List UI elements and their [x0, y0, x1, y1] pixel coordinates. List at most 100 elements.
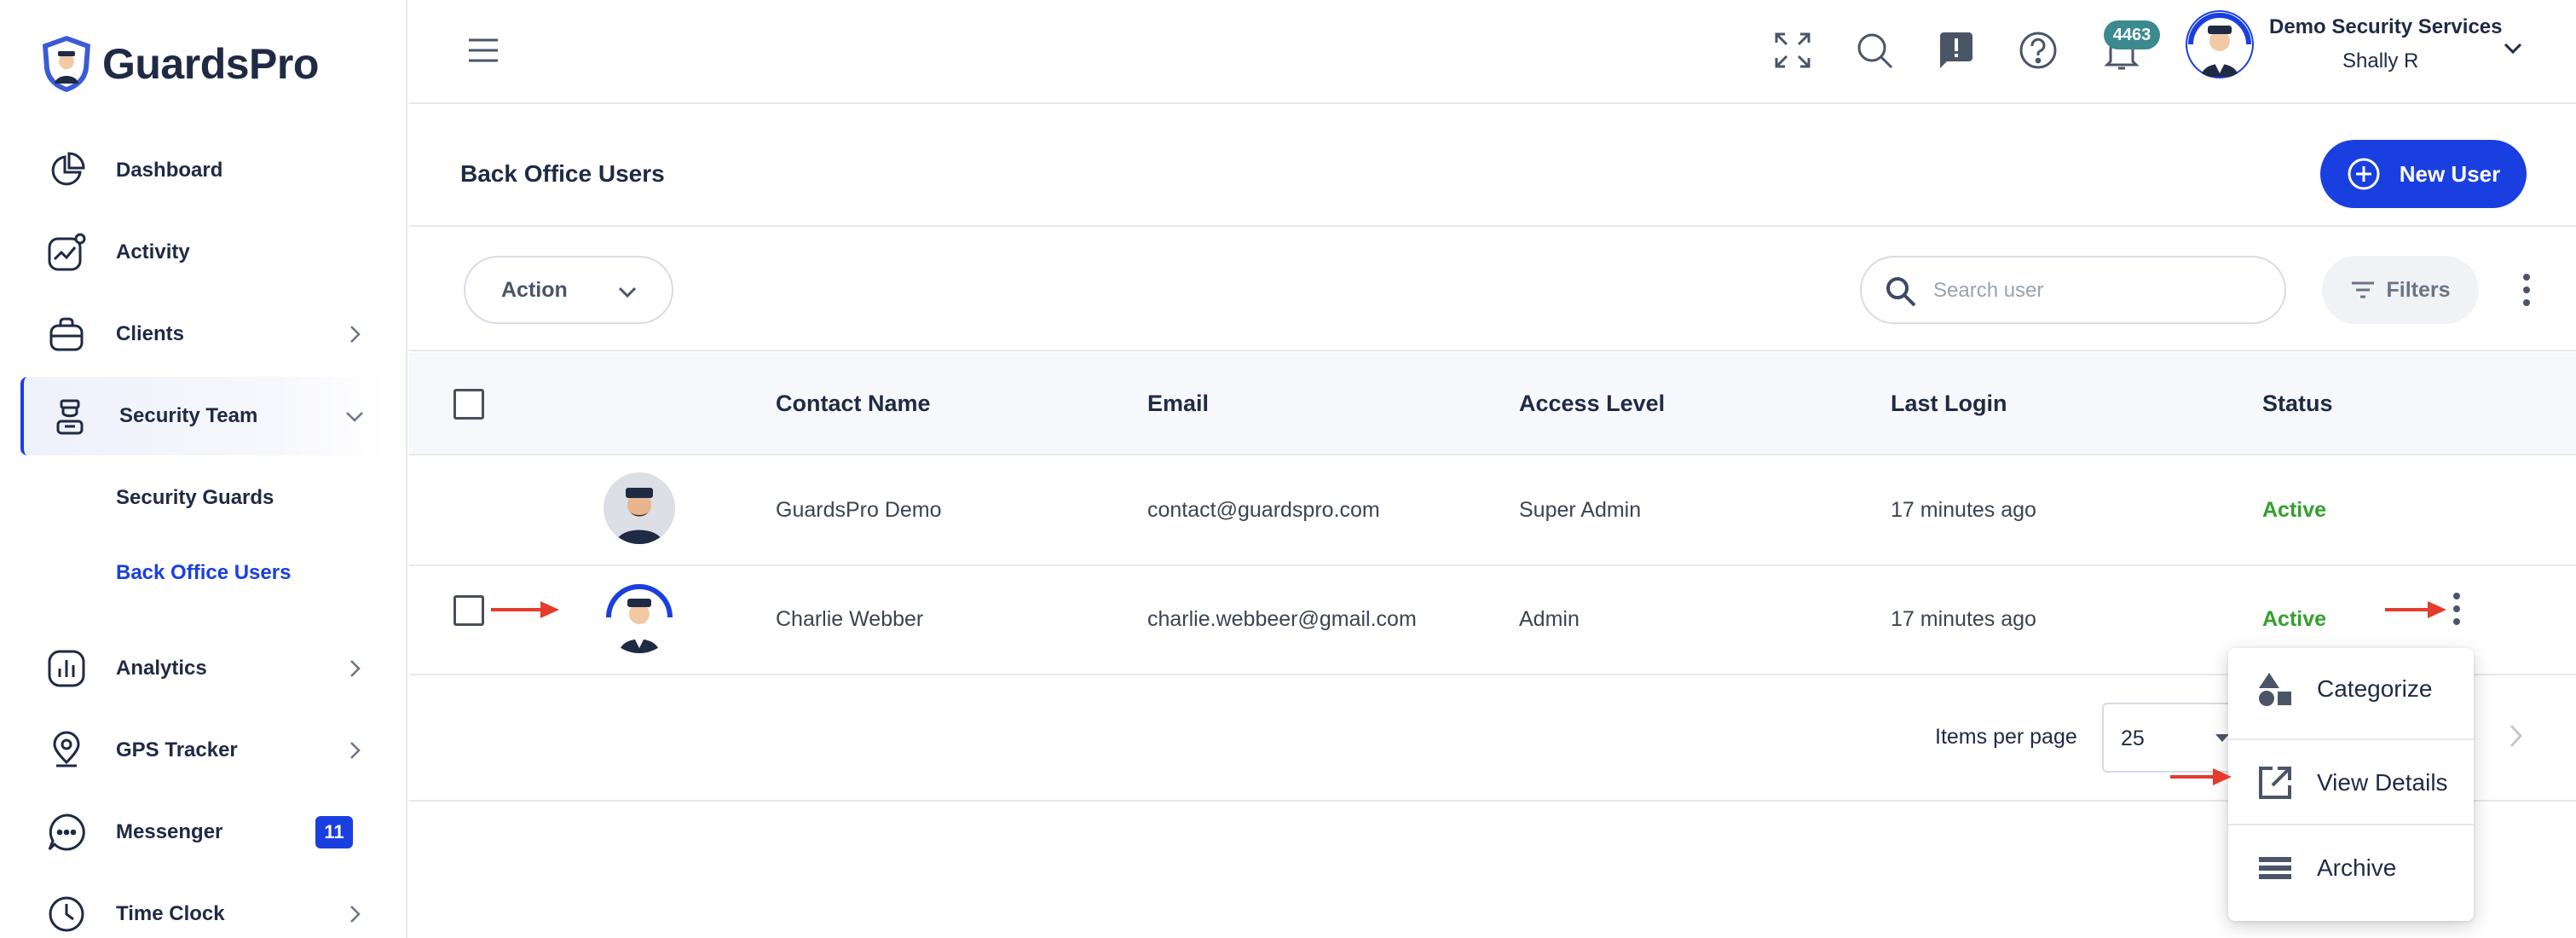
menu-item-categorize[interactable]: Categorize — [2228, 648, 2474, 730]
page-title: Back Office Users — [460, 160, 665, 187]
open-external-icon — [2259, 767, 2291, 799]
access-level: Admin — [1519, 607, 1580, 631]
access-level: Super Admin — [1519, 498, 1642, 522]
column-header-contact-name[interactable]: Contact Name — [776, 391, 931, 417]
more-vertical-icon[interactable] — [2521, 273, 2532, 307]
chevron-down-icon[interactable] — [2501, 36, 2525, 60]
briefcase-icon — [49, 317, 84, 351]
clock-icon — [49, 896, 84, 932]
filters-label: Filters — [2386, 277, 2451, 302]
menu-item-label: Archive — [2317, 854, 2397, 881]
sidebar-item-messenger[interactable]: Messenger 11 — [20, 793, 387, 871]
email: charlie.webbeer@gmail.com — [1147, 607, 1417, 631]
chevron-right-icon — [350, 660, 361, 677]
email: contact@guardspro.com — [1147, 498, 1380, 522]
sidebar-item-label: Clients — [116, 322, 185, 345]
menu-divider — [2228, 824, 2474, 825]
row-checkbox[interactable] — [453, 595, 484, 626]
contact-name: Charlie Webber — [776, 607, 924, 631]
contact-name: GuardsPro Demo — [776, 498, 942, 522]
annotation-arrow-icon — [491, 601, 559, 618]
sidebar-item-time-clock[interactable]: Time Clock — [20, 875, 387, 938]
logo-text: GuardsPro — [102, 40, 319, 88]
activity-chart-icon — [48, 233, 86, 271]
annotation-arrow-icon — [2170, 768, 2232, 785]
search-field[interactable] — [1860, 256, 2286, 324]
guard-avatar-icon — [2187, 12, 2252, 77]
status-badge: Active — [2262, 498, 2327, 522]
column-header-email[interactable]: Email — [1147, 391, 1209, 417]
row-actions-more-icon[interactable] — [2452, 592, 2462, 626]
row-context-menu: Categorize View Details Archive — [2228, 648, 2474, 921]
sidebar-item-gps-tracker[interactable]: GPS Tracker — [20, 711, 387, 790]
notification-count-badge: 4463 — [2104, 20, 2160, 49]
last-login: 17 minutes ago — [1891, 498, 2036, 522]
menu-item-view-details[interactable]: View Details — [2228, 742, 2474, 824]
new-user-button[interactable]: New User — [2320, 140, 2527, 208]
action-dropdown[interactable]: Action — [464, 256, 673, 324]
column-header-last-login[interactable]: Last Login — [1891, 391, 2007, 417]
notification-count: 4463 — [2112, 25, 2151, 44]
sidebar-item-activity[interactable]: Activity — [20, 213, 387, 292]
last-login: 17 minutes ago — [1891, 607, 2036, 631]
fullscreen-icon[interactable] — [1773, 31, 1812, 70]
next-page-chevron-icon[interactable] — [2503, 721, 2528, 750]
sidebar-item-clients[interactable]: Clients — [20, 295, 387, 373]
location-pin-icon — [53, 731, 80, 767]
chevron-right-icon — [350, 742, 361, 759]
sidebar-item-label: Activity — [116, 240, 190, 263]
sidebar-item-label: GPS Tracker — [116, 738, 238, 761]
chevron-right-icon — [350, 906, 361, 923]
menu-item-label: View Details — [2317, 769, 2448, 796]
table-row[interactable]: GuardsPro Demo contact@guardspro.com Sup… — [409, 457, 2576, 566]
filters-button[interactable]: Filters — [2322, 256, 2479, 324]
sidebar: GuardsPro Dashboard Activity Clients Sec… — [0, 0, 407, 938]
guard-avatar-icon — [604, 472, 675, 544]
messenger-unread-badge: 11 — [315, 816, 353, 848]
sidebar-item-label: Time Clock — [116, 902, 225, 925]
chevron-down-icon — [346, 412, 363, 422]
column-header-status[interactable]: Status — [2262, 391, 2333, 417]
sidebar-subitem-security-guards[interactable]: Security Guards — [116, 486, 274, 510]
sidebar-item-label: Security Team — [119, 404, 258, 427]
sidebar-item-label: Dashboard — [116, 159, 223, 182]
items-per-page-value: 25 — [2121, 727, 2145, 750]
logo[interactable]: GuardsPro — [39, 34, 319, 94]
plus-circle-icon — [2348, 158, 2380, 190]
menu-divider — [2228, 738, 2474, 740]
company-name: Demo Security Services — [2269, 15, 2503, 38]
sidebar-item-label: Analytics — [116, 657, 207, 680]
items-per-page-label: Items per page — [1935, 725, 2077, 749]
column-header-access-level[interactable]: Access Level — [1519, 391, 1665, 417]
sidebar-item-analytics[interactable]: Analytics — [20, 629, 387, 708]
items-per-page-select[interactable]: 25 — [2102, 703, 2238, 773]
status-badge: Active — [2262, 607, 2327, 631]
user-avatar[interactable] — [2186, 10, 2254, 78]
select-all-checkbox[interactable] — [453, 389, 484, 420]
chevron-right-icon — [350, 326, 361, 343]
avatar — [604, 472, 675, 544]
guard-shield-logo-icon — [43, 36, 90, 92]
sidebar-item-dashboard[interactable]: Dashboard — [20, 131, 387, 210]
search-icon — [1886, 277, 1916, 307]
search-icon[interactable] — [1855, 31, 1894, 70]
sidebar-subitem-back-office-users[interactable]: Back Office Users — [116, 561, 291, 585]
top-bar: 4463 Demo Security Services Shally R — [409, 0, 2576, 104]
page-header: Back Office Users New User — [409, 106, 2576, 227]
table-header: Contact Name Email Access Level Last Log… — [409, 353, 2576, 455]
help-icon[interactable] — [2019, 31, 2058, 70]
app-root: GuardsPro Dashboard Activity Clients Sec… — [0, 0, 2576, 938]
avatar — [604, 582, 675, 653]
chevron-down-icon — [618, 287, 637, 298]
menu-icon[interactable] — [467, 36, 500, 65]
guard-icon — [56, 399, 84, 435]
menu-item-archive[interactable]: Archive — [2228, 827, 2474, 909]
chat-bubble-icon — [48, 814, 85, 851]
action-dropdown-label: Action — [501, 277, 568, 302]
menu-item-label: Categorize — [2317, 675, 2433, 702]
feedback-icon[interactable] — [1937, 31, 1976, 70]
sidebar-item-security-team[interactable]: Security Team — [20, 377, 387, 455]
analytics-icon — [48, 650, 85, 687]
shapes-icon — [2259, 673, 2291, 706]
search-input[interactable] — [1933, 271, 2257, 310]
